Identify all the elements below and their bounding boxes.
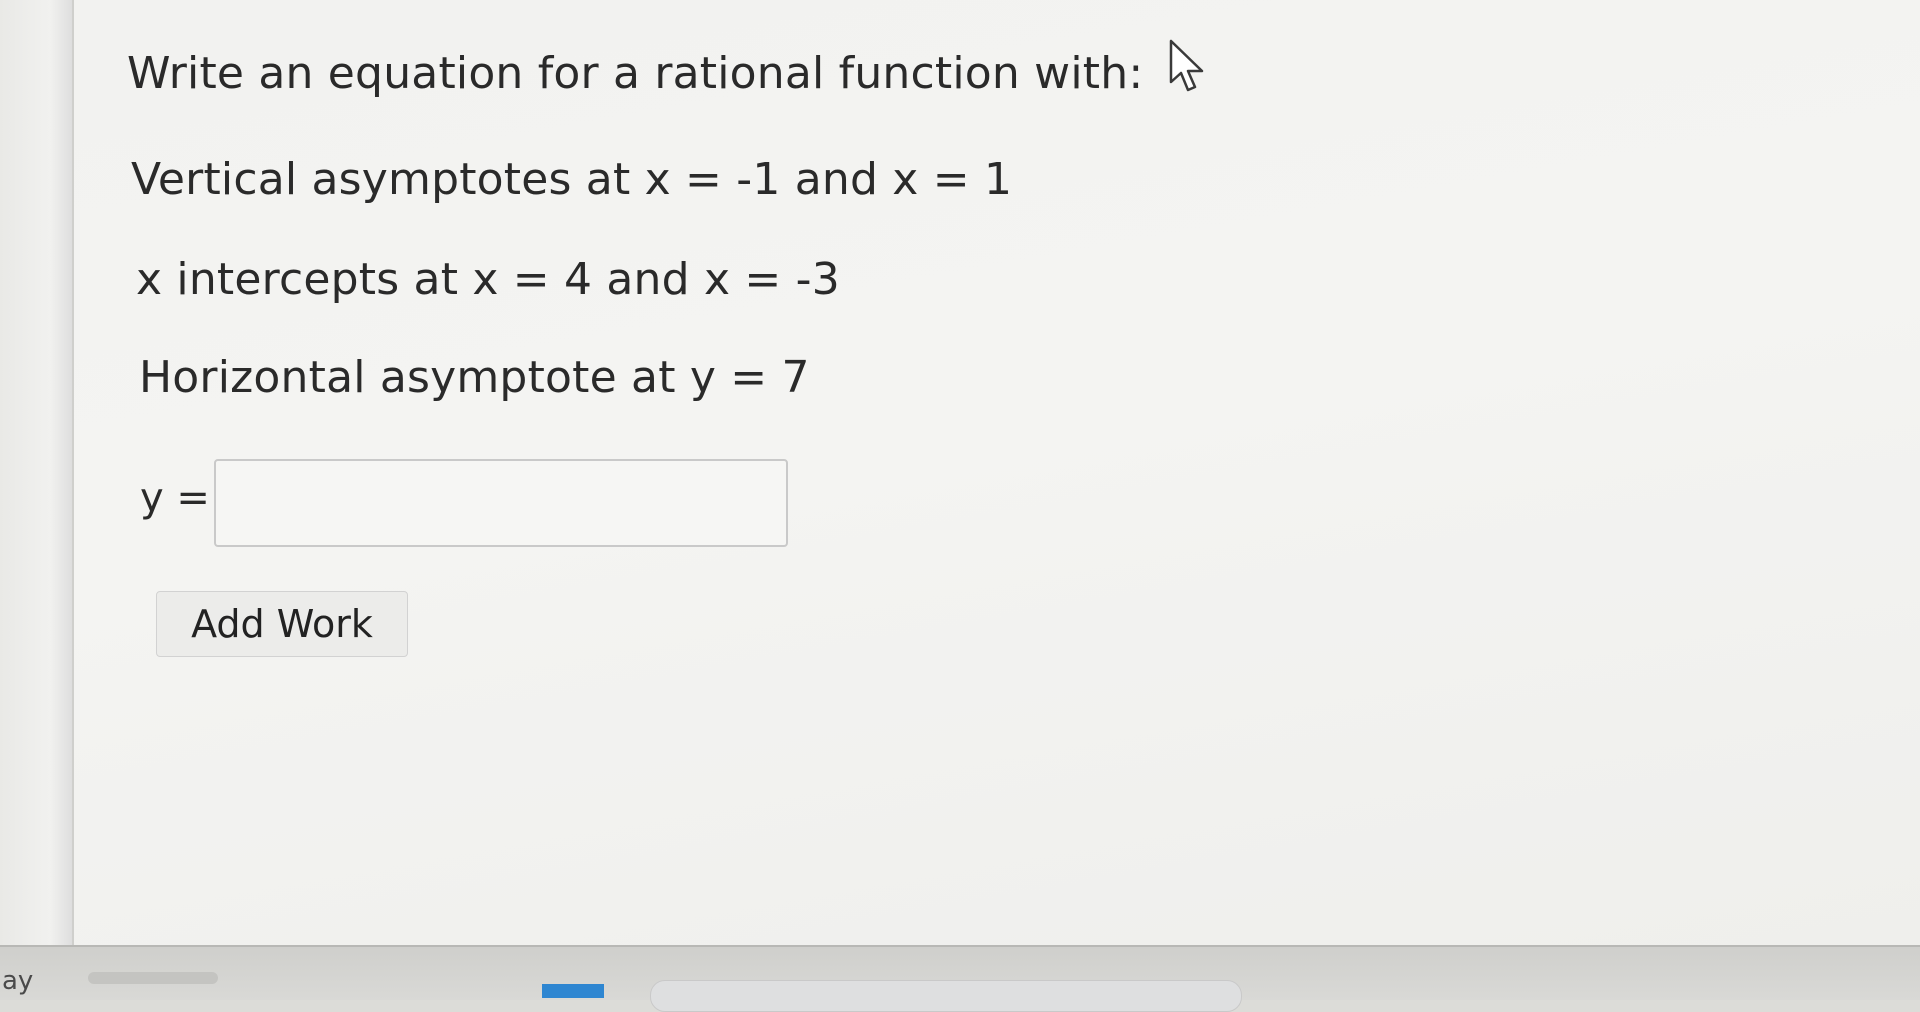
x-intercepts-text: x intercepts at x = 4 and x = -3: [136, 254, 840, 305]
bottom-partial-text: ay: [2, 966, 34, 996]
bottom-blur-shape: [88, 972, 218, 984]
mouse-pointer-icon: [1169, 39, 1204, 92]
answer-input[interactable]: [214, 459, 788, 547]
question-title: Write an equation for a rational functio…: [127, 48, 1144, 99]
taskbar-search-pill[interactable]: [650, 980, 1242, 1012]
left-strip: [0, 0, 72, 945]
taskbar-app-icon[interactable]: [542, 984, 604, 998]
horizontal-asymptote-text: Horizontal asymptote at y = 7: [139, 352, 810, 403]
vertical-asymptotes-text: Vertical asymptotes at x = -1 and x = 1: [131, 154, 1013, 205]
answer-label: y =: [140, 475, 210, 521]
add-work-button[interactable]: Add Work: [156, 591, 408, 657]
